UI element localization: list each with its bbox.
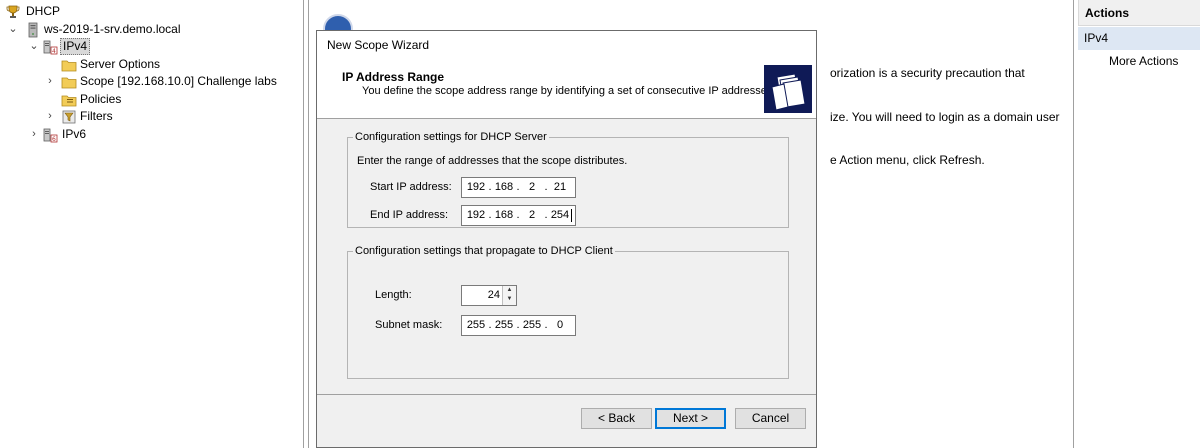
- wizard-footer-divider: [317, 394, 816, 395]
- wizard-title: New Scope Wizard: [327, 38, 430, 52]
- tree-node-dhcp-label: DHCP: [26, 4, 61, 18]
- cancel-button[interactable]: Cancel: [735, 408, 806, 429]
- wizard-page-title: IP Address Range: [342, 70, 445, 84]
- svg-text:6: 6: [52, 136, 56, 143]
- start-ip-octet-3[interactable]: 2: [521, 178, 543, 197]
- range-instructions: Enter the range of addresses that the sc…: [357, 155, 628, 167]
- wizard-titlebar[interactable]: New Scope Wizard: [317, 31, 816, 57]
- subnet-mask-label: Subnet mask:: [375, 319, 443, 331]
- end-ip-octet-2[interactable]: 168: [493, 206, 515, 225]
- dhcp-trophy-icon: [6, 5, 20, 18]
- dhcp-client-settings-legend: Configuration settings that propagate to…: [355, 245, 613, 257]
- dhcp-client-settings-group: Configuration settings that propagate to…: [347, 245, 789, 379]
- tree-node-policies-label: Policies: [80, 92, 122, 106]
- chevron-down-icon[interactable]: ⌄: [8, 21, 18, 38]
- start-ip-octet-1[interactable]: 192: [465, 178, 487, 197]
- end-ip-octet-3[interactable]: 2: [521, 206, 543, 225]
- chevron-right-icon[interactable]: ›: [45, 108, 55, 125]
- ipv6-network-icon: 6: [43, 128, 58, 143]
- wizard-header: IP Address Range You define the scope ad…: [317, 57, 816, 119]
- length-label: Length:: [375, 289, 412, 301]
- more-actions-link[interactable]: More Actions: [1109, 52, 1178, 70]
- tree-node-server-label: ws-2019-1-srv.demo.local: [44, 22, 181, 36]
- actions-pane: Actions IPv4 More Actions: [1078, 0, 1200, 448]
- actions-context-ipv4[interactable]: IPv4: [1078, 27, 1200, 50]
- filter-icon: [62, 110, 76, 124]
- start-ip-octet-4[interactable]: 21: [549, 178, 571, 197]
- wizard-folders-icon: [764, 65, 812, 113]
- tree-node-filters-label: Filters: [80, 109, 113, 123]
- policies-icon: [61, 95, 77, 107]
- folder-icon: [61, 77, 77, 89]
- chevron-right-icon[interactable]: ›: [45, 73, 55, 90]
- new-scope-wizard-dialog: New Scope Wizard IP Address Range You de…: [316, 30, 817, 448]
- length-stepper[interactable]: 24 ▲ ▼: [461, 285, 517, 306]
- details-text-line: orization is a security precaution that: [830, 66, 1025, 80]
- end-ip-label: End IP address:: [370, 209, 449, 221]
- length-value[interactable]: 24: [488, 286, 500, 305]
- wizard-page-description: You define the scope address range by id…: [362, 85, 776, 97]
- chevron-down-icon[interactable]: ⌄: [29, 38, 39, 55]
- text-caret: [571, 209, 572, 222]
- spin-down-icon[interactable]: ▼: [503, 295, 516, 304]
- tree-node-ipv4-label: IPv4: [60, 38, 91, 55]
- start-ip-input[interactable]: 192 . 168 . 2 . 21: [461, 177, 576, 198]
- console-tree: DHCP ⌄ ws-2019-1-srv.demo.local ⌄ 4 IPv4…: [0, 0, 304, 448]
- ipv4-network-icon: 4: [43, 40, 58, 55]
- actions-title: Actions: [1078, 0, 1200, 26]
- server-tower-icon: [28, 22, 38, 38]
- dhcp-server-settings-legend: Configuration settings for DHCP Server: [355, 131, 547, 143]
- spin-up-icon[interactable]: ▲: [503, 286, 516, 295]
- mask-octet-2[interactable]: 255: [493, 316, 515, 335]
- start-ip-octet-2[interactable]: 168: [493, 178, 515, 197]
- end-ip-octet-1[interactable]: 192: [465, 206, 487, 225]
- svg-text:4: 4: [52, 48, 56, 55]
- chevron-right-icon[interactable]: ›: [29, 126, 39, 143]
- tree-node-ipv6-label: IPv6: [62, 127, 87, 141]
- details-text-line: ize. You will need to login as a domain …: [830, 110, 1060, 124]
- length-spin-buttons[interactable]: ▲ ▼: [502, 286, 516, 305]
- mask-octet-1[interactable]: 255: [465, 316, 487, 335]
- tree-node-server-options-label: Server Options: [80, 57, 161, 71]
- mask-octet-3[interactable]: 255: [521, 316, 543, 335]
- end-ip-octet-4[interactable]: 254: [549, 206, 571, 225]
- mask-octet-4[interactable]: 0: [549, 316, 571, 335]
- end-ip-input[interactable]: 192 . 168 . 2 . 254: [461, 205, 576, 226]
- back-button[interactable]: < Back: [581, 408, 652, 429]
- next-button[interactable]: Next >: [655, 408, 726, 429]
- start-ip-label: Start IP address:: [370, 181, 452, 193]
- folder-icon: [61, 60, 77, 72]
- subnet-mask-input[interactable]: 255 . 255 . 255 . 0: [461, 315, 576, 336]
- details-text-line: e Action menu, click Refresh.: [830, 153, 985, 167]
- tree-node-scope-label: Scope [192.168.10.0] Challenge labs: [80, 74, 277, 88]
